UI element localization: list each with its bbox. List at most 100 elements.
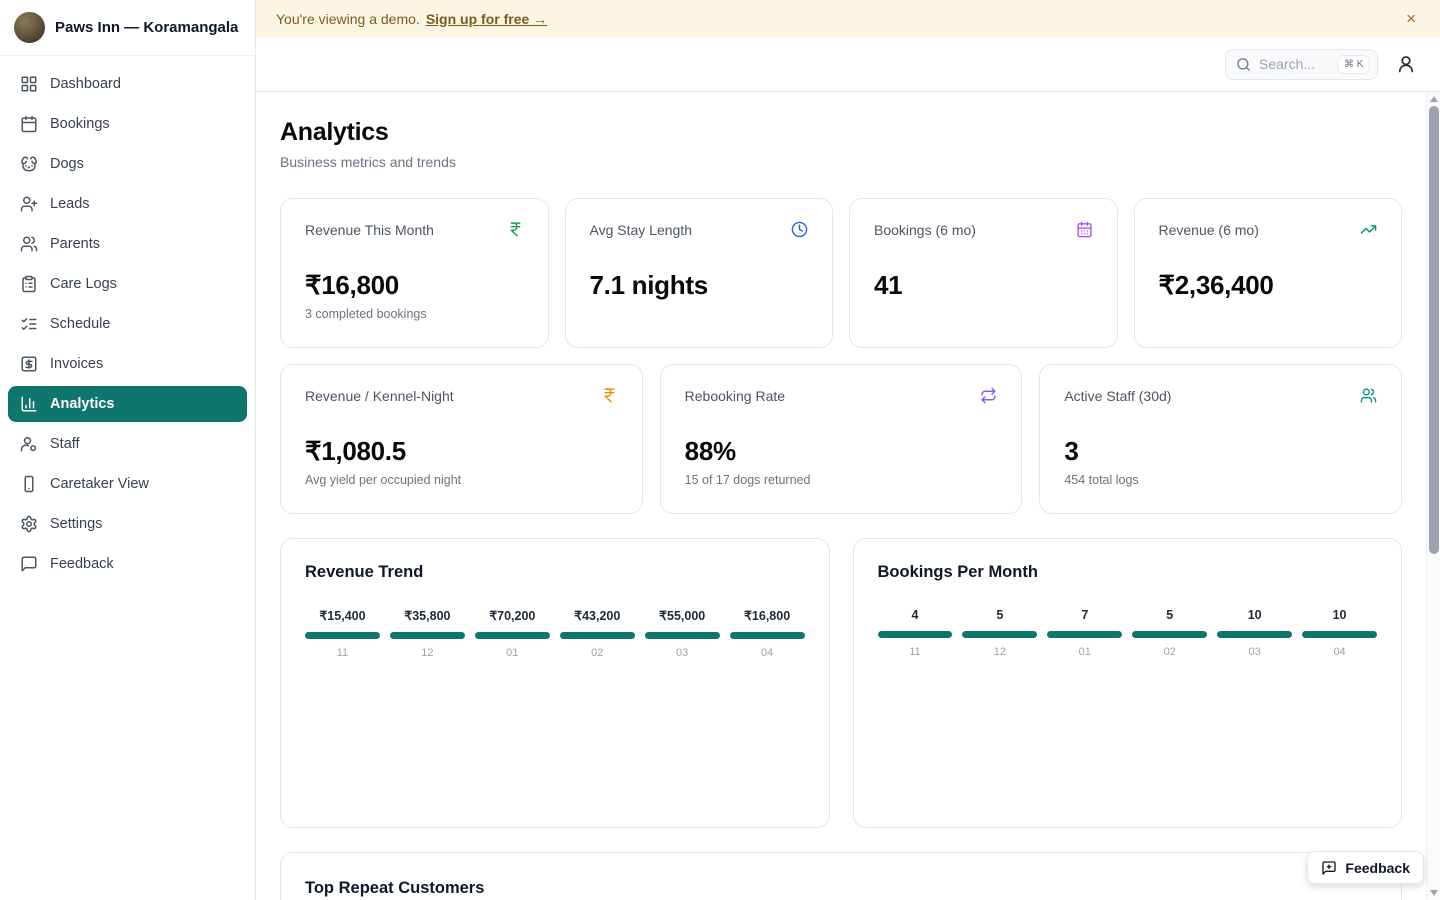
search-box[interactable]: ⌘ K (1225, 49, 1378, 80)
sidebar-item-feedback[interactable]: Feedback (8, 546, 247, 582)
demo-banner-text: You're viewing a demo. (276, 11, 420, 27)
search-icon (1236, 57, 1251, 72)
scrollbar-down-arrow-icon[interactable] (1430, 890, 1438, 896)
chart-title: Revenue Trend (305, 563, 805, 582)
chart-column: ₹43,20002 (560, 608, 635, 659)
stat-card-avg-stay-length: Avg Stay Length 7.1 nights (565, 198, 834, 348)
sidebar-item-label: Invoices (50, 356, 103, 372)
chart-bar (1047, 631, 1122, 638)
stat-title: Rebooking Rate (685, 388, 785, 404)
sidebar-item-label: Staff (50, 436, 80, 452)
sidebar-item-label: Parents (50, 236, 100, 252)
stat-card-rebooking-rate: Rebooking Rate88%15 of 17 dogs returned (660, 364, 1023, 514)
chart-card-bookings-per-month: Bookings Per Month41151270150210031004 (853, 538, 1403, 828)
sidebar-item-label: Caretaker View (50, 476, 149, 492)
stat-title: Revenue (6 mo) (1159, 222, 1259, 238)
chart-bar (962, 631, 1037, 638)
top-repeat-customers-title: Top Repeat Customers (305, 879, 1377, 898)
stat-card-revenue-6-mo: Revenue (6 mo) ₹2,36,400 (1134, 198, 1403, 348)
stat-value: ₹2,36,400 (1159, 270, 1378, 301)
sidebar-item-leads[interactable]: Leads (8, 186, 247, 222)
bar-chart-icon (20, 395, 38, 413)
chart-bar (878, 631, 953, 638)
sidebar-item-staff[interactable]: Staff (8, 426, 247, 462)
sidebar-item-schedule[interactable]: Schedule (8, 306, 247, 342)
user-plus-icon (20, 195, 38, 213)
chart-bar (475, 632, 550, 639)
chart-bar (1302, 631, 1377, 638)
chart-value-label: 5 (1132, 608, 1207, 622)
stat-card-active-staff-30d: Active Staff (30d)3454 total logs (1039, 364, 1402, 514)
stats-row-2: Revenue / Kennel-Night₹1,080.5Avg yield … (280, 364, 1402, 514)
message-square-plus-icon (1321, 860, 1337, 876)
stat-subtitle: 454 total logs (1064, 473, 1377, 487)
feedback-button-label: Feedback (1345, 860, 1410, 876)
chart-title: Bookings Per Month (878, 563, 1378, 582)
close-icon[interactable]: × (1402, 8, 1420, 29)
chart-value-label: ₹70,200 (475, 608, 550, 623)
sidebar-item-care-logs[interactable]: Care Logs (8, 266, 247, 302)
calendar-icon (20, 115, 38, 133)
stat-title: Revenue / Kennel-Night (305, 388, 454, 404)
stat-value: 88% (685, 436, 998, 467)
scrollbar-thumb[interactable] (1429, 106, 1439, 554)
sidebar-item-label: Dogs (50, 156, 84, 172)
chart-month-label: 01 (1047, 646, 1122, 658)
stat-title: Bookings (6 mo) (874, 222, 976, 238)
stat-value: 7.1 nights (590, 270, 809, 301)
stat-subtitle: 3 completed bookings (305, 307, 524, 321)
chart-month-label: 03 (645, 647, 720, 659)
sidebar: Paws Inn — Koramangala Dashboard Bookings… (0, 0, 256, 900)
sidebar-item-dashboard[interactable]: Dashboard (8, 66, 247, 102)
sidebar-item-label: Feedback (50, 556, 114, 572)
trending-up-icon (1360, 221, 1377, 238)
sidebar-item-analytics[interactable]: Analytics (8, 386, 247, 422)
dashboard-grid-icon (20, 75, 38, 93)
chart-column: 512 (962, 608, 1037, 658)
message-square-icon (20, 555, 38, 573)
chart-column: 1004 (1302, 608, 1377, 658)
demo-banner: You're viewing a demo. Sign up for free … (256, 0, 1440, 37)
chart-month-label: 11 (305, 647, 380, 659)
scrollbar-up-arrow-icon[interactable] (1430, 96, 1438, 102)
sidebar-item-settings[interactable]: Settings (8, 506, 247, 542)
sidebar-item-dogs[interactable]: Dogs (8, 146, 247, 182)
chart-value-label: ₹15,400 (305, 608, 380, 623)
stat-value: ₹1,080.5 (305, 436, 618, 467)
chart-month-label: 12 (390, 647, 465, 659)
sidebar-item-caretaker-view[interactable]: Caretaker View (8, 466, 247, 502)
chart-value-label: ₹55,000 (645, 608, 720, 623)
chart-value-label: 5 (962, 608, 1037, 622)
main-content: Analytics Business metrics and trends Re… (256, 92, 1426, 900)
chart-column: 411 (878, 608, 953, 658)
scrollbar[interactable] (1426, 92, 1440, 900)
sidebar-item-invoices[interactable]: Invoices (8, 346, 247, 382)
stats-row-1: Revenue This Month₹16,8003 completed boo… (280, 198, 1402, 348)
gear-icon (20, 515, 38, 533)
smartphone-icon (20, 475, 38, 493)
sidebar-item-bookings[interactable]: Bookings (8, 106, 247, 142)
calendar-days-icon (1076, 221, 1093, 238)
stat-title: Avg Stay Length (590, 222, 692, 238)
repeat-icon (980, 387, 997, 404)
chart-bar (645, 632, 720, 639)
chart-card-revenue-trend: Revenue Trend₹15,40011₹35,80012₹70,20001… (280, 538, 830, 828)
chart-bar (390, 632, 465, 639)
chart-month-label: 03 (1217, 646, 1292, 658)
sidebar-item-label: Care Logs (50, 276, 117, 292)
chart-bar (305, 632, 380, 639)
signup-link[interactable]: Sign up for free → (426, 11, 547, 27)
list-checks-icon (20, 315, 38, 333)
sidebar-header: Paws Inn — Koramangala (0, 0, 255, 56)
chart-month-label: 04 (730, 647, 805, 659)
sidebar-item-label: Leads (50, 196, 90, 212)
user-icon[interactable] (1396, 54, 1416, 74)
stat-value: ₹16,800 (305, 270, 524, 301)
top-repeat-customers-card: Top Repeat Customers (280, 852, 1402, 900)
dog-icon (20, 155, 38, 173)
search-input[interactable] (1259, 56, 1329, 72)
clipboard-list-icon (20, 275, 38, 293)
chart-column: 1003 (1217, 608, 1292, 658)
sidebar-item-parents[interactable]: Parents (8, 226, 247, 262)
feedback-button[interactable]: Feedback (1307, 851, 1424, 884)
